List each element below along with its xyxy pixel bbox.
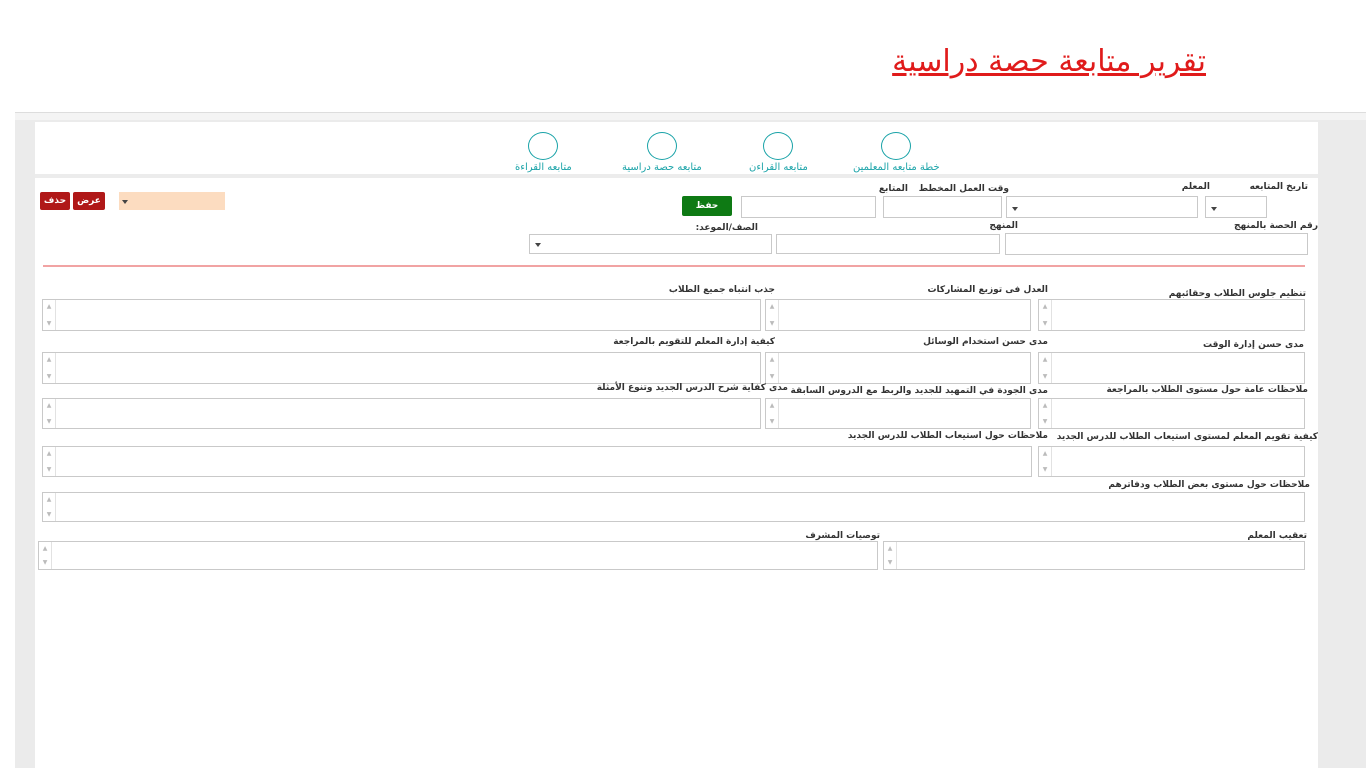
lesson-number-label: رقم الحصة بالمنهج [1234, 221, 1318, 231]
teacher-comment-textarea[interactable]: ▲ ▼ [883, 541, 1305, 570]
app-area: خطة متابعه المعلمين متابعه القراءن متابع… [15, 120, 1366, 768]
view-button[interactable]: عرض [73, 192, 105, 210]
criteria-label: مدى حسن استخدام الوسائل [923, 337, 1048, 347]
planned-time-label: وقت العمل المخطط [918, 184, 1009, 194]
scrollbar[interactable]: ▲ ▼ [43, 447, 56, 476]
criteria-textarea[interactable]: ▲ ▼ [42, 352, 761, 384]
class-time-select[interactable] [529, 234, 772, 254]
criteria-textarea[interactable]: ▲ ▼ [1038, 352, 1305, 384]
criteria-label: جذب انتباه جميع الطلاب [668, 285, 775, 295]
teacher-label: المعلم [1181, 182, 1210, 192]
criteria-textarea[interactable]: ▲ ▼ [1038, 299, 1305, 331]
follow-date-select[interactable] [1205, 196, 1267, 218]
teacher-select[interactable] [1006, 196, 1198, 218]
planned-time-input[interactable] [883, 196, 1002, 218]
criteria-label: تنظيم جلوس الطلاب وحقائبهم [1168, 289, 1306, 299]
nav-reading[interactable]: متابعه القراءة [515, 132, 572, 173]
scrollbar[interactable]: ▲ ▼ [43, 493, 56, 521]
supervisor-recommendation-textarea[interactable]: ▲ ▼ [38, 541, 878, 570]
follower-input[interactable] [741, 196, 876, 218]
scrollbar[interactable]: ▲ ▼ [1039, 447, 1052, 476]
scrollbar[interactable]: ▲ ▼ [1039, 353, 1052, 383]
nav-quran-label: متابعه القراءن [749, 162, 808, 173]
chevron-down-icon [1211, 207, 1217, 211]
nav-bar: خطة متابعه المعلمين متابعه القراءن متابع… [35, 122, 1318, 178]
main-panel: خطة متابعه المعلمين متابعه القراءن متابع… [35, 122, 1318, 768]
follow-date-label: تاريخ المتابعه [1249, 182, 1308, 192]
scrollbar[interactable]: ▲ ▼ [1039, 399, 1052, 428]
criteria-label: توصيات المشرف [805, 531, 880, 541]
page-title: تقرير متابعة حصة دراسية [892, 44, 1206, 79]
scrollbar[interactable]: ▲ ▼ [39, 542, 52, 569]
criteria-label: مدى حسن إدارة الوقت [1203, 340, 1304, 350]
criteria-textarea[interactable]: ▲ ▼ [765, 299, 1031, 331]
scrollbar[interactable]: ▲ ▼ [766, 399, 779, 428]
scrollbar[interactable]: ▲ ▼ [43, 300, 56, 330]
section-divider [43, 265, 1305, 267]
circle-icon [528, 132, 559, 160]
follower-label: المتابع [878, 184, 908, 194]
criteria-label: مدى الجودة في التمهيد للجديد والربط مع ا… [790, 386, 1048, 396]
criteria-label: مدى كفاية شرح الدرس الجديد وتنوع الأمثلة [596, 383, 788, 393]
scrollbar[interactable]: ▲ ▼ [1039, 300, 1052, 330]
criteria-textarea[interactable]: ▲ ▼ [42, 398, 761, 429]
scrollbar[interactable]: ▲ ▼ [766, 353, 779, 383]
nav-teacher-plan-label: خطة متابعه المعلمين [853, 162, 940, 173]
save-button[interactable]: حفظ [682, 196, 732, 216]
criteria-label: كيفية تقويم المعلم لمستوى استيعاب الطلاب… [1056, 432, 1318, 442]
criteria-textarea[interactable]: ▲ ▼ [42, 492, 1305, 522]
scrollbar[interactable]: ▲ ▼ [766, 300, 779, 330]
criteria-label: تعقيب المعلم [1247, 531, 1307, 541]
circle-icon [763, 132, 794, 160]
circle-icon [646, 132, 677, 160]
criteria-label: كيفية إدارة المعلم للتقويم بالمراجعة [613, 337, 775, 347]
lesson-number-input[interactable] [1005, 233, 1308, 255]
class-time-label: الصف/الموعد: [695, 223, 758, 233]
criteria-textarea[interactable]: ▲ ▼ [765, 352, 1031, 384]
delete-button[interactable]: حذف [40, 192, 70, 210]
nav-teacher-plan[interactable]: خطة متابعه المعلمين [853, 132, 940, 173]
curriculum-label: المنهج [989, 221, 1018, 231]
chevron-down-icon [122, 200, 128, 204]
nav-lesson[interactable]: متابعه حصة دراسية [622, 132, 702, 173]
scrollbar[interactable]: ▲ ▼ [43, 353, 56, 383]
nav-reading-label: متابعه القراءة [515, 162, 572, 173]
scrollbar[interactable]: ▲ ▼ [43, 399, 56, 428]
record-select[interactable] [119, 192, 225, 210]
criteria-textarea[interactable]: ▲ ▼ [1038, 446, 1305, 477]
nav-lesson-label: متابعه حصة دراسية [622, 162, 702, 173]
scrollbar[interactable]: ▲ ▼ [884, 542, 897, 569]
criteria-label: العدل فى توزيع المشاركات [927, 285, 1048, 295]
criteria-label: ملاحظات حول مستوى بعض الطلاب ودفاترهم [1108, 480, 1310, 490]
criteria-textarea[interactable]: ▲ ▼ [765, 398, 1031, 429]
criteria-label: ملاحظات حول استيعاب الطلاب للدرس الجديد [847, 431, 1048, 441]
criteria-textarea[interactable]: ▲ ▼ [1038, 398, 1305, 429]
chevron-down-icon [1012, 207, 1018, 211]
curriculum-input[interactable] [776, 234, 1000, 254]
chevron-down-icon [535, 243, 541, 247]
criteria-textarea[interactable]: ▲ ▼ [42, 299, 761, 331]
criteria-textarea[interactable]: ▲ ▼ [42, 446, 1032, 477]
circle-icon [881, 132, 912, 160]
nav-quran[interactable]: متابعه القراءن [749, 132, 808, 173]
criteria-label: ملاحظات عامة حول مستوى الطلاب بالمراجعة [1106, 385, 1308, 395]
